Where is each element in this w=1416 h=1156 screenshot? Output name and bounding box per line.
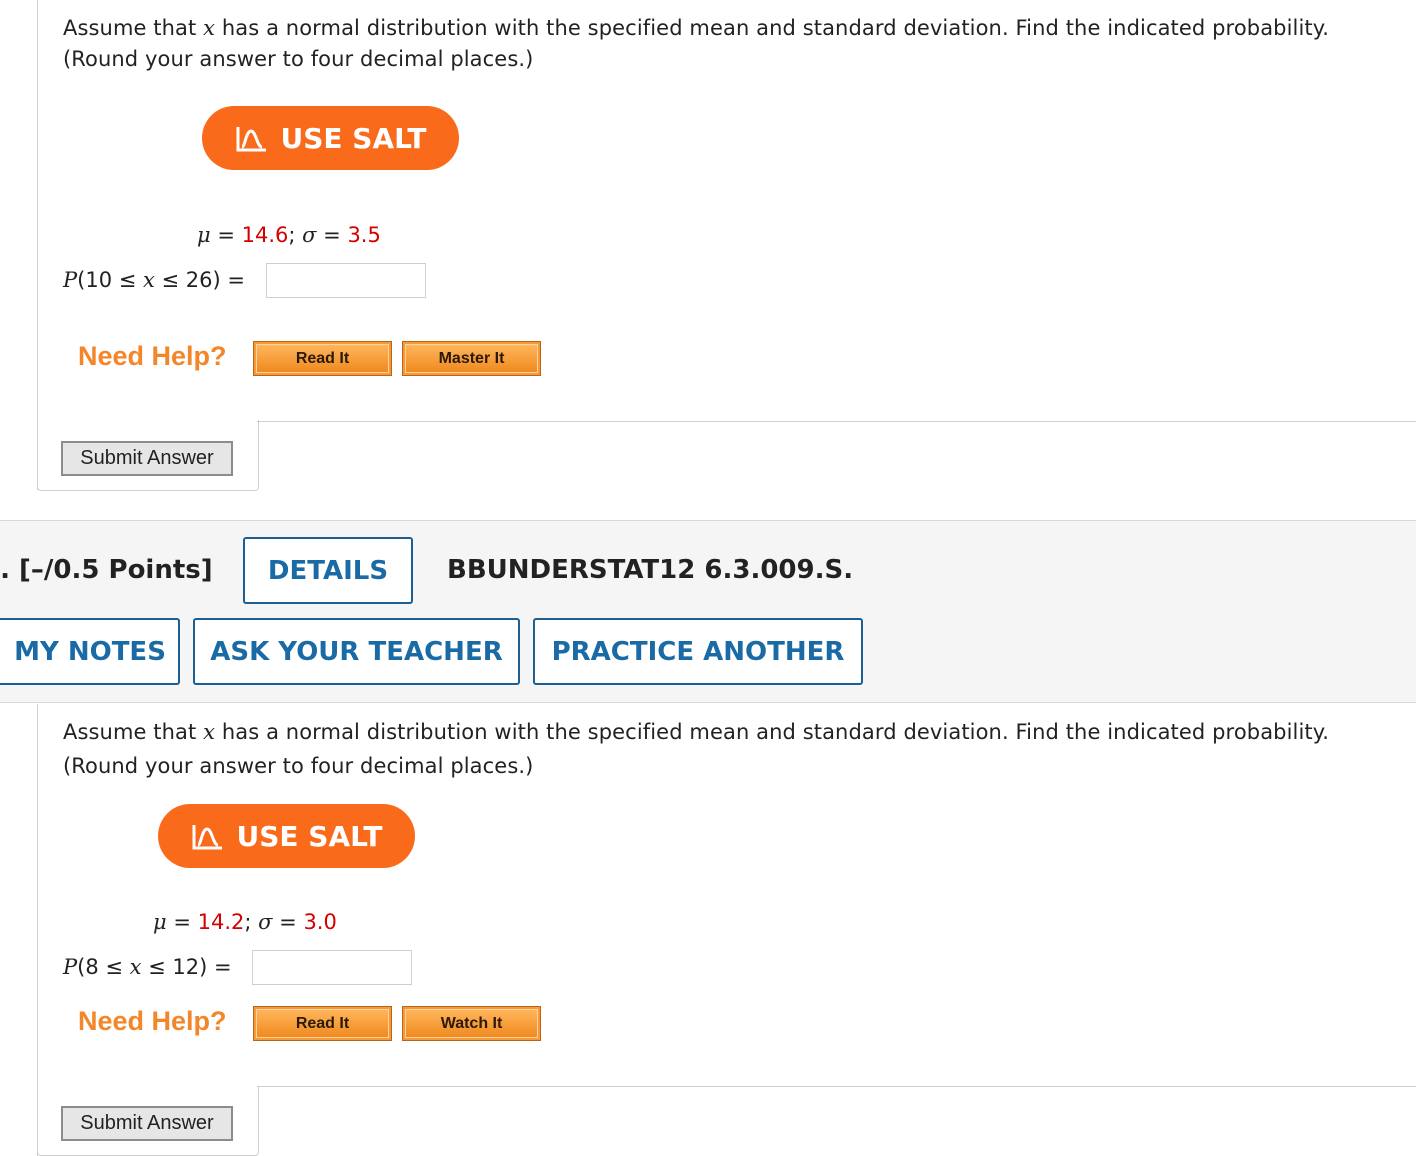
sd-value: 3.0 (303, 910, 337, 934)
question-number-points: 4. [–/0.5 Points] (0, 555, 213, 585)
question-3-answer-area (257, 421, 1416, 422)
ask-your-teacher-button[interactable]: ASK YOUR TEACHER (193, 618, 520, 685)
read-it-button[interactable]: Read It (253, 1006, 392, 1041)
parameters-line: μ = 14.2; σ = 3.0 (153, 910, 337, 934)
use-salt-button[interactable]: USE SALT (202, 106, 459, 170)
probability-expression: P(10 ≤ x ≤ 26) = (63, 268, 246, 292)
watch-it-button[interactable]: Watch It (402, 1006, 541, 1041)
details-button[interactable]: DETAILS (243, 537, 413, 604)
question-4-answer-area (257, 1086, 1416, 1087)
use-salt-label: USE SALT (236, 819, 383, 853)
need-help-label: Need Help? (78, 341, 227, 371)
parameters-line: μ = 14.6; σ = 3.5 (197, 223, 381, 247)
probability-expression: P(8 ≤ x ≤ 12) = (63, 955, 232, 979)
master-it-button[interactable]: Master It (402, 341, 541, 376)
mean-value: 14.6 (241, 223, 289, 247)
question-3-text: Assume that x has a normal distribution … (63, 16, 1330, 71)
use-salt-label: USE SALT (280, 121, 427, 155)
answer-input[interactable] (266, 263, 426, 298)
need-help-label: Need Help? (78, 1006, 227, 1036)
salt-logo-icon (236, 127, 266, 152)
my-notes-button[interactable]: MY NOTES (0, 618, 180, 685)
use-salt-button[interactable]: USE SALT (158, 804, 415, 868)
question-4-text: Assume that x has a normal distribution … (63, 720, 1330, 778)
submit-answer-button[interactable]: Submit Answer (61, 1106, 233, 1141)
practice-another-button[interactable]: PRACTICE ANOTHER (533, 618, 863, 685)
submit-answer-button[interactable]: Submit Answer (61, 441, 233, 476)
answer-input[interactable] (252, 950, 412, 985)
problem-code: BBUNDERSTAT12 6.3.009.S. (447, 555, 854, 585)
salt-logo-icon (192, 825, 222, 850)
sd-value: 3.5 (347, 223, 381, 247)
mean-value: 14.2 (197, 910, 245, 934)
read-it-button[interactable]: Read It (253, 341, 392, 376)
